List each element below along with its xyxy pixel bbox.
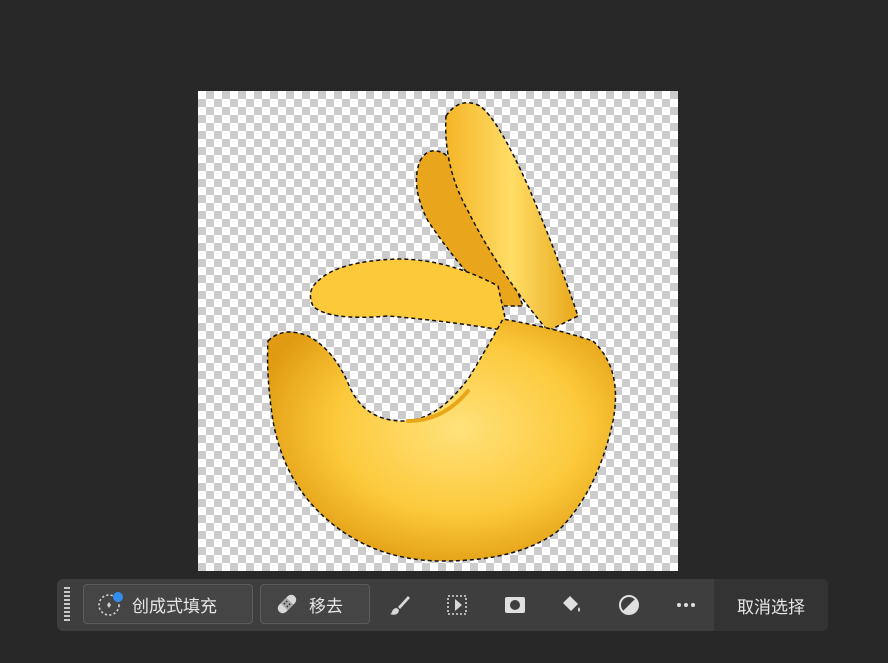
more-options-button[interactable] <box>672 591 700 619</box>
ok-hand-emoji <box>266 101 617 562</box>
generative-fill-button[interactable]: 创成式填充 <box>83 584 253 624</box>
drag-handle[interactable] <box>64 587 70 623</box>
adjustment-icon <box>619 595 639 615</box>
deselect-button[interactable]: 取消选择 <box>714 579 828 631</box>
workspace: 创成式填充 移去 取消选择 <box>0 0 888 663</box>
document-canvas[interactable] <box>198 91 678 571</box>
adjustment-button[interactable] <box>615 591 643 619</box>
select-subject-icon <box>447 595 467 615</box>
brush-icon <box>390 596 410 615</box>
select-subject-button[interactable] <box>443 591 471 619</box>
remove-label: 移去 <box>309 596 343 617</box>
bandage-icon <box>273 590 301 618</box>
generative-fill-icon <box>96 590 124 618</box>
mask-icon <box>505 597 525 613</box>
paint-bucket-button[interactable] <box>557 591 585 619</box>
remove-button[interactable]: 移去 <box>260 584 370 624</box>
paint-bucket-icon <box>563 596 580 612</box>
generative-fill-label: 创成式填充 <box>132 596 217 617</box>
brush-tool-button[interactable] <box>386 591 414 619</box>
mask-button[interactable] <box>501 591 529 619</box>
contextual-task-bar: 创成式填充 移去 取消选择 <box>57 579 828 631</box>
more-icon <box>677 603 695 607</box>
